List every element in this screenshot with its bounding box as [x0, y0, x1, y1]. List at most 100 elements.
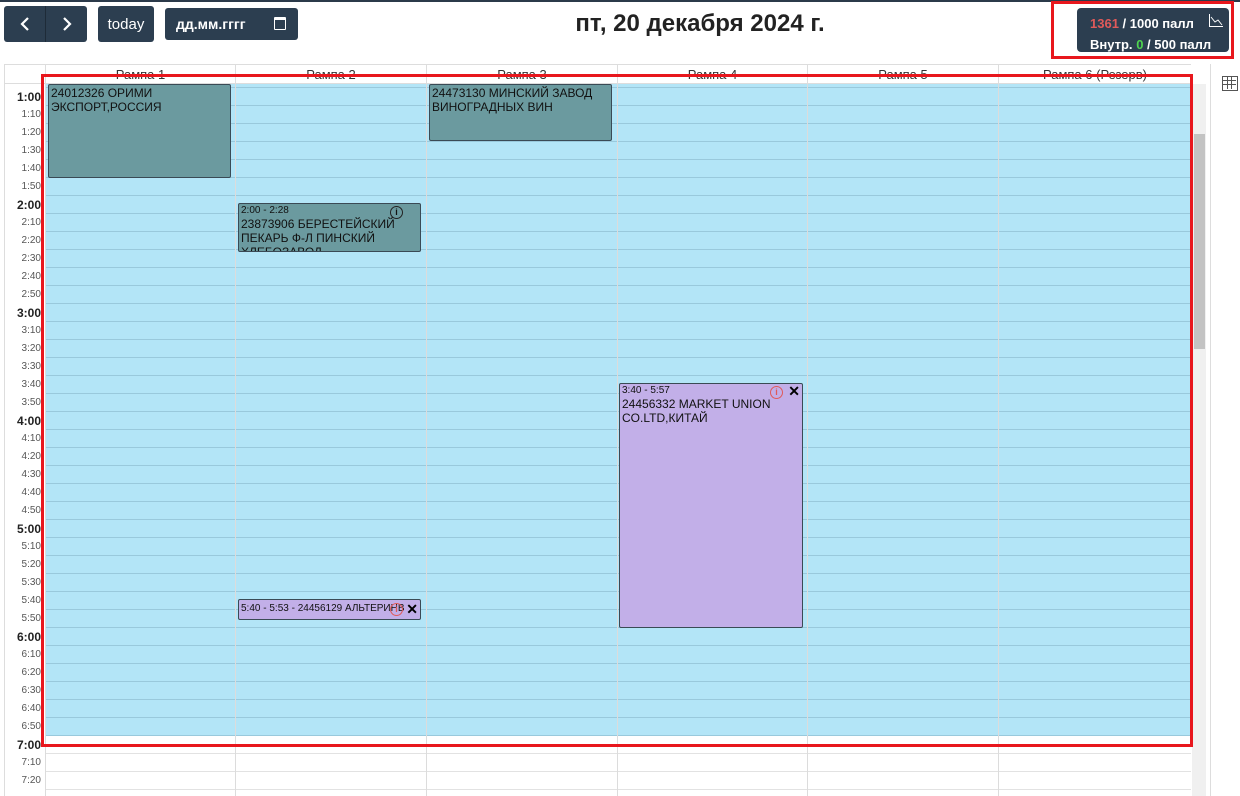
column-divider — [45, 84, 46, 796]
column-divider — [998, 84, 999, 796]
time-slot-label: 2:40 — [5, 268, 45, 286]
column-divider — [426, 84, 427, 796]
column-divider — [235, 84, 236, 796]
time-slot-label: 7:10 — [5, 754, 45, 772]
event-ramp2-alterinv[interactable]: 5:40 - 5:53 - 24456129 АЛЬТЕРИНВ i ✕ — [238, 599, 421, 620]
time-slot-label: 2:10 — [5, 214, 45, 232]
time-slot-label: 6:40 — [5, 700, 45, 718]
time-slot-label: 1:30 — [5, 142, 45, 160]
time-slot-label: 3:10 — [5, 322, 45, 340]
time-slot-row[interactable]: 5:50 — [5, 610, 1191, 628]
time-slot-label: 1:40 — [5, 160, 45, 178]
column-divider — [617, 84, 618, 796]
time-slot-row[interactable]: 3:40 — [5, 376, 1191, 394]
time-slot-label: 3:00 — [5, 304, 45, 322]
time-slot-label: 1:20 — [5, 124, 45, 142]
time-slot-row[interactable]: 3:00 — [5, 304, 1191, 322]
time-slot-row[interactable]: 4:20 — [5, 448, 1191, 466]
time-slot-label: 5:50 — [5, 610, 45, 628]
time-slot-label: 3:30 — [5, 358, 45, 376]
time-slot-row[interactable]: 6:10 — [5, 646, 1191, 664]
time-slot-row[interactable]: 7:20 — [5, 772, 1191, 790]
time-slot-label: 2:00 — [5, 196, 45, 214]
time-slot-row[interactable]: 2:10 — [5, 214, 1191, 232]
time-slot-row[interactable]: 6:40 — [5, 700, 1191, 718]
calendar-grid: Рампа 1 Рампа 2 Рампа 3 Рампа 4 Рампа 5 … — [4, 64, 1206, 796]
time-slot-label: 4:50 — [5, 502, 45, 520]
time-slot-label: 4:30 — [5, 466, 45, 484]
time-slot-row[interactable]: 4:30 — [5, 466, 1191, 484]
time-slot-row[interactable]: 2:50 — [5, 286, 1191, 304]
time-slot-row[interactable]: 6:00 — [5, 628, 1191, 646]
time-slot-row[interactable]: 3:20 — [5, 340, 1191, 358]
column-divider — [807, 84, 808, 796]
close-icon[interactable]: ✕ — [788, 384, 800, 398]
time-slot-row[interactable]: 6:20 — [5, 664, 1191, 682]
time-slot-row[interactable]: 7:00 — [5, 736, 1191, 754]
time-slot-row[interactable]: 4:10 — [5, 430, 1191, 448]
vertical-scrollbar[interactable] — [1192, 84, 1206, 796]
time-slot-row[interactable]: 2:00 — [5, 196, 1191, 214]
table-icon[interactable] — [1222, 76, 1238, 91]
event-title: 23873906 БЕРЕСТЕЙСКИЙ ПЕКАРЬ Ф-Л ПИНСКИЙ… — [241, 217, 395, 252]
time-slot-label: 5:10 — [5, 538, 45, 556]
event-ramp3-minsk-wine[interactable]: 24473130 МИНСКИЙ ЗАВОД ВИНОГРАДНЫХ ВИН — [429, 84, 612, 141]
time-slot-row[interactable]: 5:20 — [5, 556, 1191, 574]
time-slot-label: 2:30 — [5, 250, 45, 268]
column-header-row: Рампа 1 Рампа 2 Рампа 3 Рампа 4 Рампа 5 … — [5, 64, 1191, 85]
time-slot-row[interactable]: 2:40 — [5, 268, 1191, 286]
time-slot-label: 4:10 — [5, 430, 45, 448]
time-slot-label: 1:10 — [5, 106, 45, 124]
time-slot-label: 6:50 — [5, 718, 45, 736]
time-slot-label: 6:30 — [5, 682, 45, 700]
time-slot-row[interactable]: 4:00 — [5, 412, 1191, 430]
time-slot-row[interactable]: 3:10 — [5, 322, 1191, 340]
time-slot-row[interactable]: 5:40 — [5, 592, 1191, 610]
time-slot-label: 4:00 — [5, 412, 45, 430]
event-title: 5:40 - 5:53 - 24456129 АЛЬТЕРИНВ — [241, 603, 405, 614]
time-slot-row[interactable]: 6:30 — [5, 682, 1191, 700]
time-slot-row[interactable]: 2:30 — [5, 250, 1191, 268]
time-slot-row[interactable]: 3:50 — [5, 394, 1191, 412]
time-slot-row[interactable]: 4:50 — [5, 502, 1191, 520]
time-slot-label: 7:20 — [5, 772, 45, 790]
time-slot-row[interactable]: 1:50 — [5, 178, 1191, 196]
time-slot-label: 1:50 — [5, 178, 45, 196]
time-slot-label: 3:40 — [5, 376, 45, 394]
time-slot-row[interactable]: 6:50 — [5, 718, 1191, 736]
time-slot-row[interactable]: 7:10 — [5, 754, 1191, 772]
side-divider — [1210, 64, 1211, 796]
time-slot-label: 2:20 — [5, 232, 45, 250]
column-header-ramp-4: Рампа 4 — [617, 65, 807, 85]
info-icon[interactable]: i — [390, 206, 403, 219]
info-icon[interactable]: i — [770, 386, 783, 399]
column-header-ramp-5: Рампа 5 — [807, 65, 998, 85]
column-header-ramp-3: Рампа 3 — [426, 65, 617, 85]
time-slot-label: 5:00 — [5, 520, 45, 538]
event-title: 24012326 ОРИМИ ЭКСПОРТ,РОССИЯ — [51, 86, 162, 114]
time-slot-label: 3:20 — [5, 340, 45, 358]
event-ramp1-orimi[interactable]: 24012326 ОРИМИ ЭКСПОРТ,РОССИЯ — [48, 84, 231, 178]
time-grid-body: 7:20 7:10 7:00 6:50 6:40 6:30 6:20 6:10 6:00 5:50… — [5, 84, 1191, 796]
time-slot-label: 6:20 — [5, 664, 45, 682]
scrollbar-thumb[interactable] — [1194, 134, 1205, 349]
time-slot-label: 5:30 — [5, 574, 45, 592]
close-icon[interactable]: ✕ — [406, 602, 418, 616]
event-ramp2-berestejskij[interactable]: 2:00 - 2:28 23873906 БЕРЕСТЕЙСКИЙ ПЕКАРЬ… — [238, 203, 421, 252]
info-icon[interactable]: i — [390, 603, 403, 616]
time-slot-row[interactable]: 5:00 — [5, 520, 1191, 538]
column-header-ramp-6: Рампа 6 (Резерв) — [998, 65, 1191, 85]
time-slot-row[interactable]: 4:40 — [5, 484, 1191, 502]
time-slot-row[interactable]: 2:20 — [5, 232, 1191, 250]
time-slot-row[interactable]: 3:30 — [5, 358, 1191, 376]
event-ramp4-market-union[interactable]: 3:40 - 5:57 24456332 MARKET UNION CO.LTD… — [619, 383, 803, 628]
column-header-ramp-2: Рампа 2 — [235, 65, 426, 85]
time-slot-label: 6:10 — [5, 646, 45, 664]
time-slot-label: 5:20 — [5, 556, 45, 574]
time-slot-row[interactable]: 5:10 — [5, 538, 1191, 556]
time-slot-label: 3:50 — [5, 394, 45, 412]
event-title: 24456332 MARKET UNION CO.LTD,КИТАЙ — [622, 397, 771, 425]
time-slot-row[interactable]: 5:30 — [5, 574, 1191, 592]
counter-highlight — [1051, 1, 1234, 59]
time-slot-label: 4:20 — [5, 448, 45, 466]
